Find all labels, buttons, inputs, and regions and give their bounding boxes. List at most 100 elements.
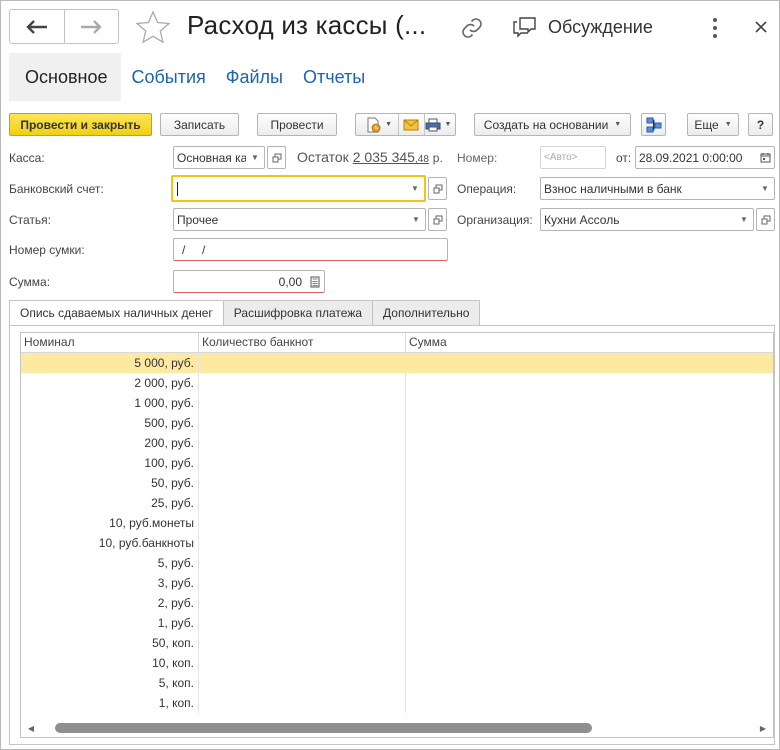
scroll-right-icon[interactable]: ▶ [753, 724, 773, 733]
cell-nominal[interactable]: 50, руб. [21, 473, 199, 493]
save-button[interactable]: Записать [160, 113, 239, 136]
chevron-down-icon[interactable]: ▼ [756, 178, 774, 199]
cell-count[interactable] [199, 393, 406, 413]
more-vertical-icon[interactable] [711, 17, 719, 39]
table-row[interactable]: 10, руб.банкноты [21, 533, 773, 553]
cell-sum[interactable] [406, 653, 773, 673]
table-row[interactable]: 1, коп. [21, 693, 773, 713]
chevron-down-icon[interactable]: ▼ [406, 177, 424, 200]
cell-nominal[interactable]: 2 000, руб. [21, 373, 199, 393]
column-header-sum[interactable]: Сумма [406, 333, 773, 352]
cell-sum[interactable] [406, 473, 773, 493]
cell-nominal[interactable]: 3, руб. [21, 573, 199, 593]
cell-nominal[interactable]: 5, руб. [21, 553, 199, 573]
cell-count[interactable] [199, 693, 406, 713]
create-document-button[interactable]: ▼ [360, 114, 398, 135]
cell-nominal[interactable]: 10, руб.банкноты [21, 533, 199, 553]
cell-sum[interactable] [406, 413, 773, 433]
tab-payment-details[interactable]: Расшифровка платежа [222, 300, 374, 326]
cell-count[interactable] [199, 553, 406, 573]
cell-count[interactable] [199, 573, 406, 593]
cell-count[interactable] [199, 593, 406, 613]
amount-field[interactable]: 0,00 [173, 270, 325, 293]
cell-count[interactable] [199, 473, 406, 493]
cell-nominal[interactable]: 1 000, руб. [21, 393, 199, 413]
cell-count[interactable] [199, 613, 406, 633]
scroll-left-icon[interactable]: ◀ [21, 724, 41, 733]
table-row[interactable]: 500, руб. [21, 413, 773, 433]
structure-button[interactable] [641, 113, 666, 136]
cell-count[interactable] [199, 433, 406, 453]
table-row[interactable]: 25, руб. [21, 493, 773, 513]
post-button[interactable]: Провести [257, 113, 337, 136]
bank-account-open-button[interactable] [428, 177, 447, 200]
chevron-down-icon[interactable]: ▼ [735, 209, 753, 230]
cell-sum[interactable] [406, 573, 773, 593]
cell-nominal[interactable]: 10, коп. [21, 653, 199, 673]
article-open-button[interactable] [428, 208, 447, 231]
number-field[interactable]: <Авто> [540, 146, 606, 169]
cell-sum[interactable] [406, 633, 773, 653]
table-row[interactable]: 50, коп. [21, 633, 773, 653]
cell-count[interactable] [199, 353, 406, 373]
discussion-button[interactable]: Обсуждение [512, 15, 653, 39]
organization-field[interactable]: Кухни Ассоль ▼ [540, 208, 754, 231]
back-button[interactable] [10, 10, 64, 43]
cell-count[interactable] [199, 533, 406, 553]
tab-cash-inventory[interactable]: Опись сдаваемых наличных денег [9, 300, 224, 326]
cell-sum[interactable] [406, 613, 773, 633]
table-row[interactable]: 10, коп. [21, 653, 773, 673]
more-button[interactable]: Еще ▼ [687, 113, 739, 136]
cell-sum[interactable] [406, 593, 773, 613]
table-row[interactable]: 200, руб. [21, 433, 773, 453]
cell-sum[interactable] [406, 453, 773, 473]
cell-nominal[interactable]: 50, коп. [21, 633, 199, 653]
table-row[interactable]: 3, руб. [21, 573, 773, 593]
date-field[interactable]: 28.09.2021 0:00:00 [635, 146, 775, 169]
column-header-nominal[interactable]: Номинал [21, 333, 199, 352]
forward-button[interactable] [63, 10, 119, 43]
tab-additional[interactable]: Дополнительно [372, 300, 481, 326]
column-header-count[interactable]: Количество банкнот [199, 333, 406, 352]
cell-nominal[interactable]: 25, руб. [21, 493, 199, 513]
article-field[interactable]: Прочее ▼ [173, 208, 426, 231]
cell-sum[interactable] [406, 393, 773, 413]
cell-sum[interactable] [406, 673, 773, 693]
cell-count[interactable] [199, 633, 406, 653]
scroll-track[interactable] [41, 723, 753, 733]
link-icon[interactable] [460, 16, 484, 40]
bank-account-field[interactable]: ▼ [171, 175, 426, 202]
table-row[interactable]: 50, руб. [21, 473, 773, 493]
help-button[interactable]: ? [748, 113, 773, 136]
section-reports[interactable]: Отчеты [293, 53, 375, 101]
kassa-field[interactable]: Основная ка ▼ [173, 146, 265, 169]
kassa-open-button[interactable] [267, 146, 286, 169]
close-icon[interactable] [753, 19, 769, 35]
cell-sum[interactable] [406, 433, 773, 453]
calendar-icon[interactable] [756, 147, 774, 168]
cell-nominal[interactable]: 10, руб.монеты [21, 513, 199, 533]
horizontal-scrollbar[interactable]: ◀ ▶ [21, 719, 773, 737]
cell-sum[interactable] [406, 553, 773, 573]
chevron-down-icon[interactable]: ▼ [246, 147, 264, 168]
favorite-star-icon[interactable] [135, 10, 171, 44]
cell-count[interactable] [199, 673, 406, 693]
table-row[interactable]: 2, руб. [21, 593, 773, 613]
cell-sum[interactable] [406, 373, 773, 393]
table-row[interactable]: 1 000, руб. [21, 393, 773, 413]
cell-count[interactable] [199, 513, 406, 533]
cell-sum[interactable] [406, 533, 773, 553]
operation-field[interactable]: Взнос наличными в банк ▼ [540, 177, 775, 200]
bag-number-field[interactable]: / / [173, 238, 448, 261]
cell-nominal[interactable]: 5, коп. [21, 673, 199, 693]
cell-nominal[interactable]: 1, коп. [21, 693, 199, 713]
table-row[interactable]: 5 000, руб. [21, 353, 773, 373]
cell-nominal[interactable]: 500, руб. [21, 413, 199, 433]
cell-count[interactable] [199, 373, 406, 393]
cell-nominal[interactable]: 5 000, руб. [21, 353, 199, 373]
cell-count[interactable] [199, 653, 406, 673]
section-files[interactable]: Файлы [216, 53, 293, 101]
table-row[interactable]: 5, руб. [21, 553, 773, 573]
post-and-close-button[interactable]: Провести и закрыть [9, 113, 152, 136]
cell-count[interactable] [199, 453, 406, 473]
